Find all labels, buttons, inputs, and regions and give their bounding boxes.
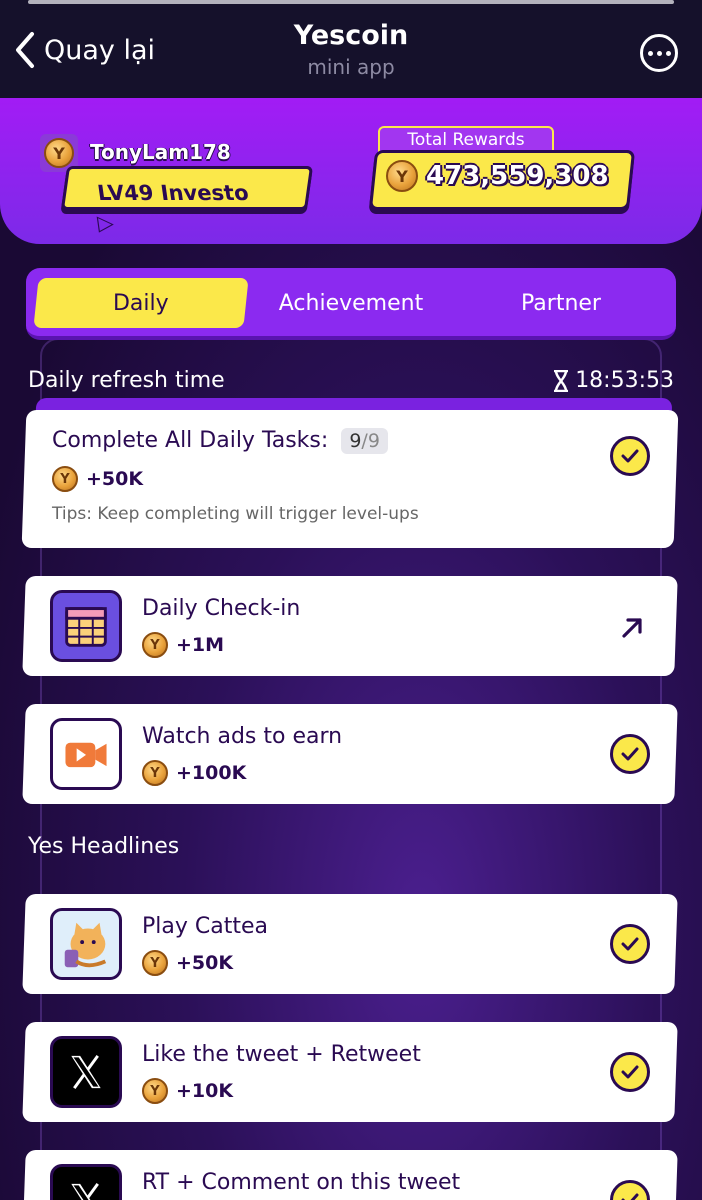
summary-task-tips: Tips: Keep completing will trigger level… [52,504,419,524]
yescoin-coin-icon: Y [52,466,78,492]
username: TonyLam178 [90,140,231,164]
check-circle-icon [610,436,650,476]
task-title: Play Cattea [142,914,268,939]
tab-partner[interactable]: Partner [456,278,666,328]
check-circle-icon [610,924,650,964]
task-count-done: 9 [349,430,362,452]
x-logo-icon [50,1164,122,1200]
app-title-block: Yescoin mini app [0,20,702,79]
cattea-game-icon [50,908,122,980]
yescoin-coin-icon: Y [142,632,168,658]
yescoin-coin-icon: Y [142,950,168,976]
task-reward-value: +10K [176,1080,234,1102]
x-logo-icon [50,1036,122,1108]
summary-task-title: Complete All Daily Tasks: 9/9 [52,428,388,454]
check-circle-icon [610,1180,650,1200]
play-triangle-icon: ▷ [95,211,116,235]
yescoin-coin-icon: Y [44,138,74,168]
total-rewards: Y 473,559,308 [386,160,609,192]
task-card-play-cattea[interactable]: Play Cattea Y +50K [22,894,678,994]
task-count-total: 9 [367,430,380,452]
task-reward: Y +1M [142,632,224,658]
task-card-daily-checkin[interactable]: Daily Check-in Y +1M [22,576,678,676]
task-card-rt-comment[interactable]: RT + Comment on this tweet [22,1150,678,1200]
task-count-pill: 9/9 [341,428,388,454]
task-reward-value: +50K [176,952,234,974]
app-subtitle: mini app [307,55,395,79]
check-circle-icon [610,1052,650,1092]
task-reward: Y +10K [142,1078,233,1104]
more-icon[interactable] [640,34,678,72]
tab-daily[interactable]: Daily [33,278,249,328]
task-title: RT + Comment on this tweet [142,1170,461,1195]
tab-partner-label: Partner [521,290,601,316]
tab-achievement[interactable]: Achievement [246,278,456,328]
headlines-label: Yes Headlines [28,834,180,859]
task-card-like-retweet[interactable]: Like the tweet + Retweet Y +10K [22,1022,678,1122]
task-reward: Y +100K [142,760,246,786]
daily-refresh-label: Daily refresh time [28,368,225,393]
tab-daily-label: Daily [113,290,169,316]
sheet-grip[interactable] [28,0,674,4]
arrow-up-right-icon[interactable] [618,612,648,642]
task-title: Like the tweet + Retweet [142,1042,421,1067]
level-label: LV49 Investo [95,181,251,205]
refresh-timer: 18:53:53 [553,368,674,393]
level-badge[interactable]: LV49 Investo ▷ [60,166,314,235]
yescoin-coin-icon: Y [142,1078,168,1104]
summary-task-card[interactable]: Complete All Daily Tasks: 9/9 Y +50K Tip… [21,410,679,548]
task-card-watch-ads[interactable]: Watch ads to earn Y +100K [22,704,678,804]
refresh-timer-value: 18:53:53 [575,368,674,393]
task-title: Daily Check-in [142,596,301,621]
task-reward: Y +50K [142,950,233,976]
telegram-header: Quay lại Yescoin mini app [0,0,702,98]
app-title: Yescoin [293,20,409,51]
task-reward-value: +1M [176,634,225,656]
total-rewards-value: 473,559,308 [426,161,609,191]
task-tabs: Daily Achievement Partner [26,268,676,340]
yescoin-coin-icon: Y [386,160,418,192]
tab-achievement-label: Achievement [278,290,424,316]
task-title: Watch ads to earn [142,724,343,749]
yescoin-coin-icon: Y [142,760,168,786]
hourglass-icon [554,369,569,392]
summary-task-title-text: Complete All Daily Tasks: [52,428,329,453]
summary-reward-value: +50K [86,468,144,490]
task-reward-value: +100K [176,762,247,784]
calendar-icon [50,590,122,662]
video-camera-icon [50,718,122,790]
summary-task-reward: Y +50K [52,466,143,492]
check-circle-icon [610,734,650,774]
